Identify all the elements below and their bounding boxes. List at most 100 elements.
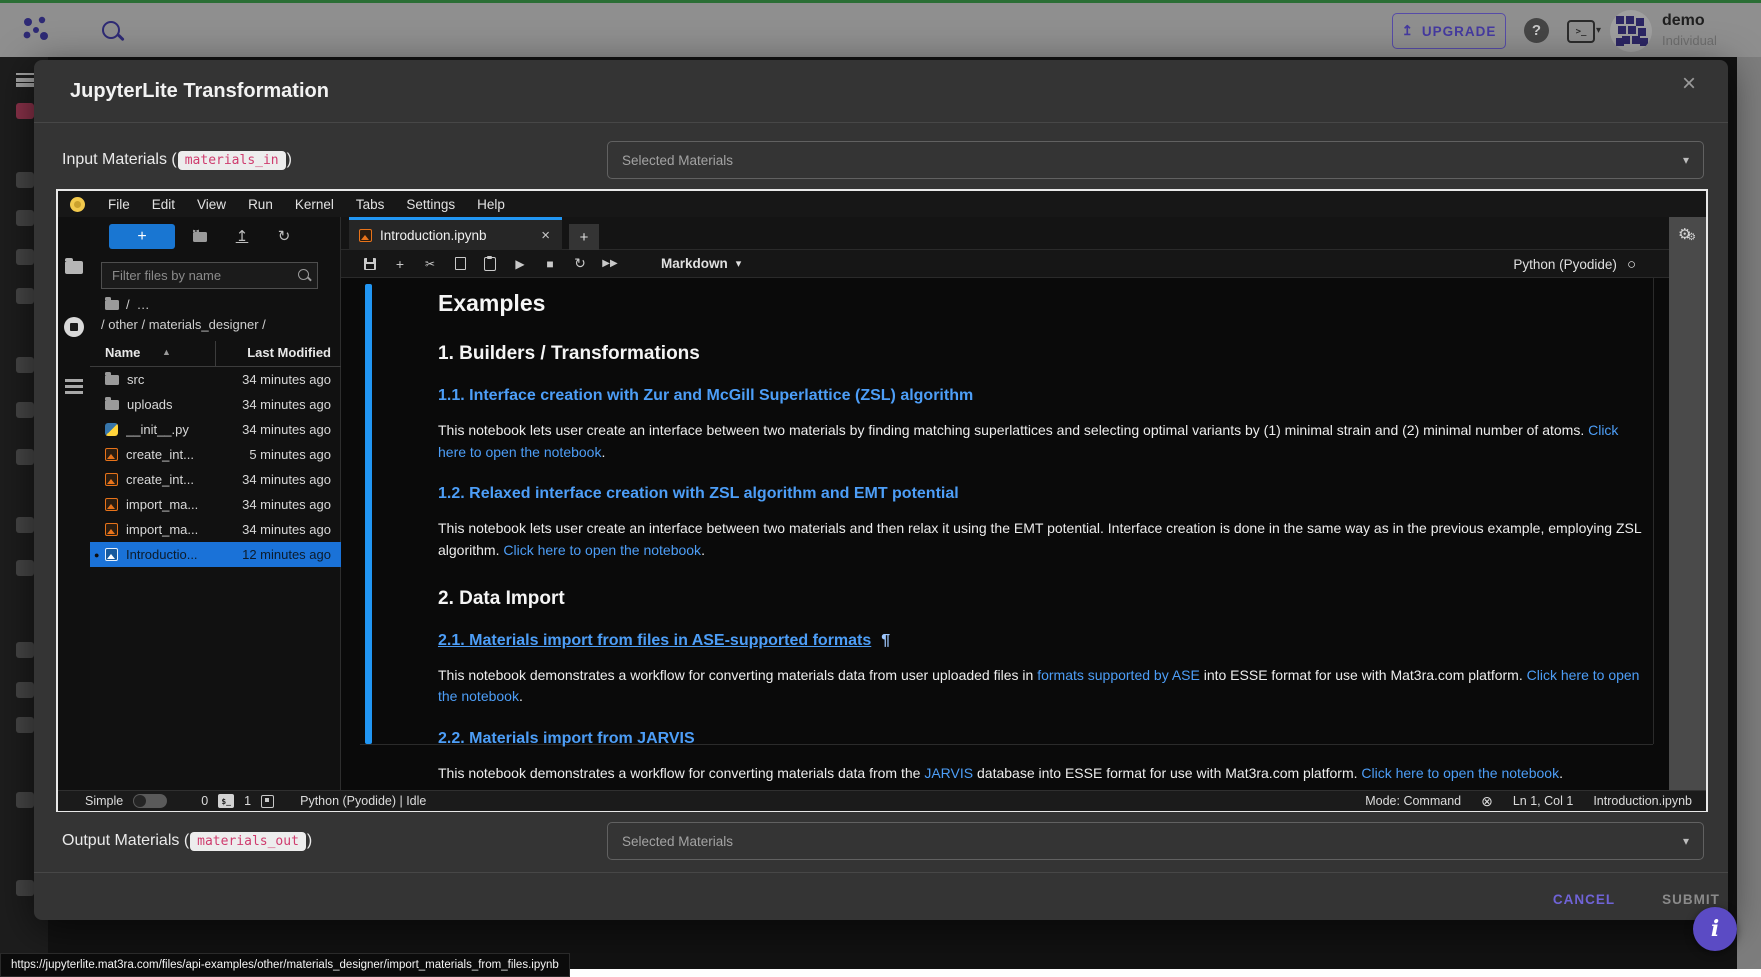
jupyter-menubar: FileEditViewRunKernelTabsSettingsHelp (58, 191, 1706, 218)
notebook-link[interactable]: formats supported by ASE (1037, 667, 1200, 683)
sidebar-icon (16, 792, 34, 808)
sidebar-icon (16, 880, 34, 896)
filter-files-input[interactable] (101, 262, 318, 289)
link-url-statusbar: https://jupyterlite.mat3ra.com/files/api… (0, 953, 570, 977)
file-row-introductio-[interactable]: ● Introductio...12 minutes ago (90, 542, 341, 567)
file-name: Introductio... (126, 547, 242, 562)
screen: ↥ UPGRADE ? >_ ▾ demo Individual Jupyter… (0, 0, 1761, 977)
cell-type-select[interactable]: Markdown ▾ (655, 255, 747, 272)
notebook-text: . (701, 542, 705, 558)
menu-tabs[interactable]: Tabs (345, 191, 396, 217)
output-materials-label: Output Materials (materials_out) (62, 822, 312, 860)
cursor-position[interactable]: Ln 1, Col 1 (1513, 794, 1573, 808)
menu-kernel[interactable]: Kernel (284, 191, 345, 217)
notebook-toolbar: + ✂ ▶ ■ ↻ ▶▶ Markdown ▾ Python (Pyodide)… (341, 250, 1706, 278)
file-row-create-int-[interactable]: create_int...5 minutes ago (90, 442, 341, 467)
menu-file[interactable]: File (97, 191, 141, 217)
input-materials-label: Input Materials (materials_in) (62, 141, 292, 179)
notebook-icon (105, 473, 118, 486)
cancel-button[interactable]: CANCEL (1534, 882, 1634, 916)
notebook-heading[interactable]: 1.1. Interface creation with Zur and McG… (438, 387, 1650, 405)
file-modified: 34 minutes ago (242, 422, 331, 437)
breadcrumb[interactable]: / … (105, 297, 150, 312)
notebook-heading[interactable]: 1.2. Relaxed interface creation with ZSL… (438, 485, 1650, 503)
menu-settings[interactable]: Settings (395, 191, 466, 217)
paste-icon[interactable] (475, 252, 505, 276)
notebook-text: This notebook lets user create an interf… (438, 422, 1588, 438)
file-modified: 34 minutes ago (242, 372, 331, 387)
table-of-contents-icon[interactable] (65, 379, 83, 382)
notebook-link[interactable]: Click here to open the notebook (503, 542, 701, 558)
file-row-src[interactable]: src34 minutes ago (90, 367, 341, 392)
upload-icon[interactable]: ↥ (232, 227, 252, 245)
menu-help[interactable]: Help (466, 191, 516, 217)
command-mode-indicator[interactable]: Mode: Command (1365, 794, 1461, 808)
console-caret-icon: ▾ (1596, 25, 1601, 36)
new-launcher-button[interactable]: + (109, 224, 175, 249)
run-icon[interactable]: ▶ (505, 252, 535, 276)
output-materials-dropdown[interactable]: Selected Materials ▾ (607, 822, 1704, 860)
input-dropdown-label: Selected Materials (622, 153, 733, 168)
tab-close-icon[interactable]: × (541, 227, 550, 244)
terminal-icon: $_ (218, 794, 234, 808)
notebook-paragraph: This notebook demonstrates a workflow fo… (438, 665, 1650, 708)
menu-run[interactable]: Run (237, 191, 284, 217)
notebook-link[interactable]: JARVIS (924, 765, 973, 781)
simple-mode-toggle[interactable] (133, 794, 167, 808)
file-row-uploads[interactable]: uploads34 minutes ago (90, 392, 341, 417)
column-name[interactable]: Name (105, 345, 140, 360)
tab-introduction-ipynb[interactable]: Introduction.ipynb × (349, 217, 562, 250)
file-list-header[interactable]: Name ▲ Last Modified (90, 341, 341, 367)
running-sessions-icon[interactable] (64, 317, 84, 337)
refresh-icon[interactable]: ↻ (274, 227, 294, 245)
notebook-link[interactable]: Click here to open the notebook (1361, 765, 1559, 781)
close-icon[interactable]: × (1682, 72, 1696, 96)
sidebar-icon (16, 172, 34, 188)
menu-edit[interactable]: Edit (141, 191, 186, 217)
kernel-chip-icon (261, 795, 274, 808)
menu-view[interactable]: View (186, 191, 237, 217)
output-materials-code: materials_out (190, 832, 306, 851)
notebook-scroll-area[interactable]: Examples1. Builders / Transformations1.1… (341, 278, 1669, 790)
notebook-main-area: Introduction.ipynb × + + ✂ ▶ ■ ↻ ▶▶ (341, 217, 1706, 790)
file-row-create-int-[interactable]: create_int...34 minutes ago (90, 467, 341, 492)
stop-icon[interactable]: ■ (535, 252, 565, 276)
notebook-icon (105, 448, 118, 461)
file-row-import-ma-[interactable]: import_ma...34 minutes ago (90, 492, 341, 517)
restart-run-all-icon[interactable]: ▶▶ (595, 252, 625, 276)
notebook-heading: Examples (438, 290, 1650, 317)
notebook-text: . (519, 688, 523, 704)
file-row-import-ma-[interactable]: import_ma...34 minutes ago (90, 517, 341, 542)
breadcrumb-ellipsis[interactable]: … (137, 297, 150, 312)
kernel-indicator[interactable]: Python (Pyodide) ○ (1513, 250, 1636, 278)
anchor-pilcrow-icon[interactable]: ¶ (881, 632, 890, 650)
copy-icon[interactable] (445, 252, 475, 276)
notebook-heading[interactable]: 2.1. Materials import from files in ASE-… (438, 632, 1650, 650)
cell-border (1653, 278, 1654, 744)
home-folder-icon[interactable] (105, 300, 119, 310)
kernel-running-dot: ● (94, 550, 99, 560)
gear-icon[interactable]: ⚙ (1678, 225, 1691, 243)
breadcrumb-path[interactable]: / other / materials_designer / (101, 317, 266, 332)
input-materials-dropdown[interactable]: Selected Materials ▾ (607, 141, 1704, 179)
file-browser-icon[interactable] (65, 261, 83, 274)
insert-cell-icon[interactable]: + (385, 252, 415, 276)
cut-icon[interactable]: ✂ (415, 252, 445, 276)
new-tab-button[interactable]: + (569, 224, 599, 250)
kernel-status[interactable]: Python (Pyodide) | Idle (300, 794, 426, 808)
column-last-modified[interactable]: Last Modified (247, 345, 331, 360)
settings-strip: ⚙ (1669, 217, 1706, 790)
notebook-paragraph: This notebook lets user create an interf… (438, 518, 1650, 561)
file-modified: 12 minutes ago (242, 547, 331, 562)
info-fab-button[interactable]: i (1693, 907, 1737, 951)
new-folder-icon[interactable] (190, 227, 210, 245)
notebook-icon (105, 548, 118, 561)
chevron-down-icon: ▾ (1683, 834, 1689, 848)
mat3ra-logo-icon (20, 12, 56, 48)
restart-kernel-icon[interactable]: ↻ (565, 252, 595, 276)
notebook-heading[interactable]: 2.2. Materials import from JARVIS (438, 730, 1650, 748)
file-row--init-py[interactable]: __init__.py34 minutes ago (90, 417, 341, 442)
notebook-icon (105, 498, 118, 511)
save-icon[interactable] (355, 252, 385, 276)
tab-title: Introduction.ipynb (380, 228, 541, 243)
